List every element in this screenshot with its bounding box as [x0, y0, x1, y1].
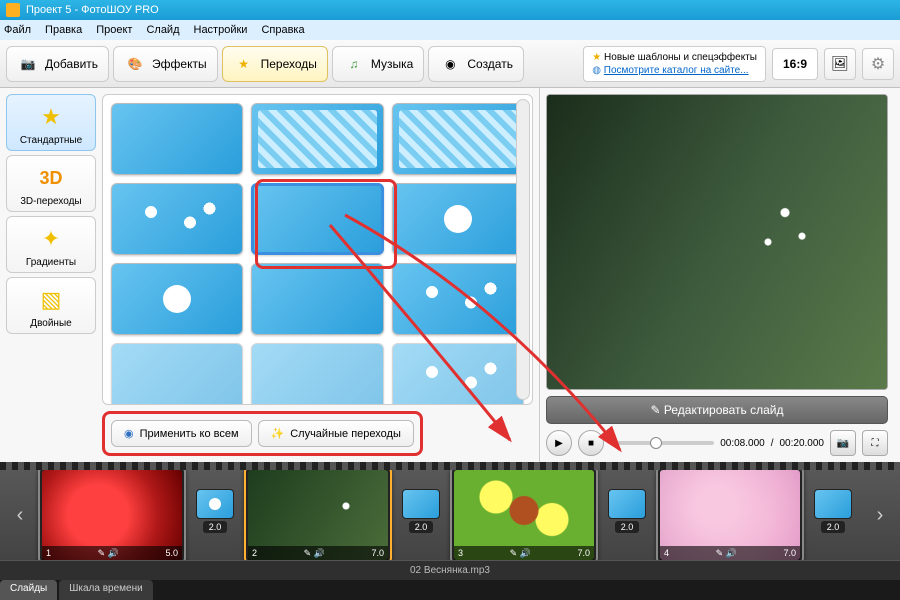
menu-settings[interactable]: Настройки — [194, 24, 248, 36]
timeline-slide[interactable]: 3✎ 🔊7.0 — [450, 470, 598, 560]
tab-create[interactable]: ◉ Создать — [428, 46, 524, 82]
palette-icon: 🎨 — [124, 53, 146, 75]
transition-thumb[interactable] — [111, 183, 243, 255]
timeline: ‹ 1✎ 🔊5.0 2.0 2✎ 🔊7.0 2.0 3✎ 🔊7.0 — [0, 462, 900, 600]
timeline-transition[interactable]: 2.0 — [606, 489, 648, 541]
preview-viewport — [546, 94, 888, 390]
tab-slides-view[interactable]: Слайды — [0, 580, 57, 600]
music-icon: ♫ — [343, 53, 365, 75]
timeline-transition[interactable]: 2.0 — [194, 489, 236, 541]
transition-thumb[interactable] — [251, 343, 383, 405]
tab-timescale-view[interactable]: Шкала времени — [59, 580, 152, 600]
tab-add[interactable]: 📷 Добавить — [6, 46, 109, 82]
seek-bar[interactable] — [610, 441, 714, 445]
audio-track[interactable]: 02 Веснянка.mp3 — [0, 560, 900, 580]
camera-icon: 📷 — [17, 53, 39, 75]
menu-project[interactable]: Проект — [96, 24, 132, 36]
transition-thumb[interactable] — [111, 103, 243, 175]
snapshot-button[interactable]: 📷 — [830, 430, 856, 456]
transition-thumb[interactable] — [392, 103, 524, 175]
category-standard[interactable]: ★ Стандартные — [6, 94, 96, 151]
timeline-prev-button[interactable]: ‹ — [10, 504, 30, 527]
settings-button[interactable]: ⚙ — [862, 48, 894, 80]
highlight-annotation: ◉ Применить ко всем ✨ Случайные переходы — [102, 411, 423, 456]
edit-slide-button[interactable]: ✎ Редактировать слайд — [546, 396, 888, 424]
star-icon: ★ — [233, 53, 255, 75]
menu-help[interactable]: Справка — [261, 24, 304, 36]
expand-icon: ⛶ — [872, 438, 879, 449]
preview-pane: ✎ Редактировать слайд ▶ ■ 00:08.000 / 00… — [540, 88, 894, 462]
transitions-pane: ★ Стандартные 3D 3D-переходы ✦ Градиенты… — [0, 88, 540, 462]
preview-image — [547, 95, 887, 389]
time-current: 00:08.000 — [720, 438, 765, 449]
news-link[interactable]: Посмотрите каталог на сайте... — [604, 65, 749, 76]
tab-music[interactable]: ♫ Музыка — [332, 46, 424, 82]
transition-thumb-selected[interactable] — [251, 183, 383, 255]
aspect-ratio-button[interactable]: 16:9 — [772, 48, 818, 80]
playback-controls: ▶ ■ 00:08.000 / 00:20.000 📷 ⛶ — [546, 430, 888, 456]
app-icon — [6, 3, 20, 17]
timeline-tabs: Слайды Шкала времени — [0, 580, 900, 600]
scrollbar[interactable] — [516, 99, 530, 400]
pencil-icon: ✎ — [650, 403, 660, 417]
fullscreen-button[interactable]: ⛶ — [862, 430, 888, 456]
toolbar: 📷 Добавить 🎨 Эффекты ★ Переходы ♫ Музыка… — [0, 40, 900, 88]
wand-icon: ✨ — [271, 427, 285, 440]
category-gradients[interactable]: ✦ Градиенты — [6, 216, 96, 273]
menu-edit[interactable]: Правка — [45, 24, 82, 36]
star-icon: ★ — [592, 52, 601, 63]
menu-file[interactable]: Файл — [4, 24, 31, 36]
camera-icon: 📷 — [837, 438, 849, 449]
menubar: Файл Правка Проект Слайд Настройки Справ… — [0, 20, 900, 40]
transition-thumb[interactable] — [392, 343, 524, 405]
timeline-slide[interactable]: 4✎ 🔊7.0 — [656, 470, 804, 560]
stop-button[interactable]: ■ — [578, 430, 604, 456]
timeline-transition[interactable]: 2.0 — [400, 489, 442, 541]
transitions-grid — [102, 94, 533, 405]
transition-thumb[interactable] — [251, 103, 383, 175]
globe-icon: ◍ — [592, 65, 601, 76]
seek-knob[interactable] — [650, 437, 662, 449]
transition-thumb[interactable] — [392, 183, 524, 255]
transition-thumb[interactable] — [111, 343, 243, 405]
transition-thumb[interactable] — [392, 263, 524, 335]
3d-icon: 3D — [9, 162, 93, 194]
apply-to-all-button[interactable]: ◉ Применить ко всем — [111, 420, 252, 447]
menu-slide[interactable]: Слайд — [146, 24, 179, 36]
star-icon: ★ — [9, 101, 93, 133]
theme-button[interactable]: 🖼 — [824, 48, 856, 80]
window-title: Проект 5 - ФотоШОУ PRO — [26, 4, 159, 16]
random-transitions-button[interactable]: ✨ Случайные переходы — [258, 420, 414, 447]
transition-thumb[interactable] — [251, 263, 383, 335]
image-icon: 🖼 — [831, 55, 849, 72]
stop-icon: ■ — [588, 438, 594, 449]
slides-row: ‹ 1✎ 🔊5.0 2.0 2✎ 🔊7.0 2.0 3✎ 🔊7.0 — [0, 470, 900, 560]
timeline-slide-selected[interactable]: 2✎ 🔊7.0 — [244, 470, 392, 560]
time-total: 00:20.000 — [780, 438, 825, 449]
play-icon: ▶ — [555, 438, 563, 449]
sphere-icon: ◉ — [124, 427, 134, 440]
disc-icon: ◉ — [439, 53, 461, 75]
film-strip-decoration — [0, 462, 900, 470]
transition-thumb[interactable] — [111, 263, 243, 335]
tab-effects[interactable]: 🎨 Эффекты — [113, 46, 218, 82]
category-list: ★ Стандартные 3D 3D-переходы ✦ Градиенты… — [6, 94, 96, 405]
timeline-transition[interactable]: 2.0 — [812, 489, 854, 541]
news-box: ★ Новые шаблоны и спецэффекты ◍ Посмотри… — [583, 46, 766, 82]
timeline-slide[interactable]: 1✎ 🔊5.0 — [38, 470, 186, 560]
timeline-next-button[interactable]: › — [870, 504, 890, 527]
gradient-icon: ✦ — [9, 223, 93, 255]
category-3d[interactable]: 3D 3D-переходы — [6, 155, 96, 212]
double-icon: ▧ — [9, 284, 93, 316]
gear-icon: ⚙ — [871, 54, 885, 74]
play-button[interactable]: ▶ — [546, 430, 572, 456]
titlebar: Проект 5 - ФотоШОУ PRO — [0, 0, 900, 20]
tab-transitions[interactable]: ★ Переходы — [222, 46, 328, 82]
category-double[interactable]: ▧ Двойные — [6, 277, 96, 334]
